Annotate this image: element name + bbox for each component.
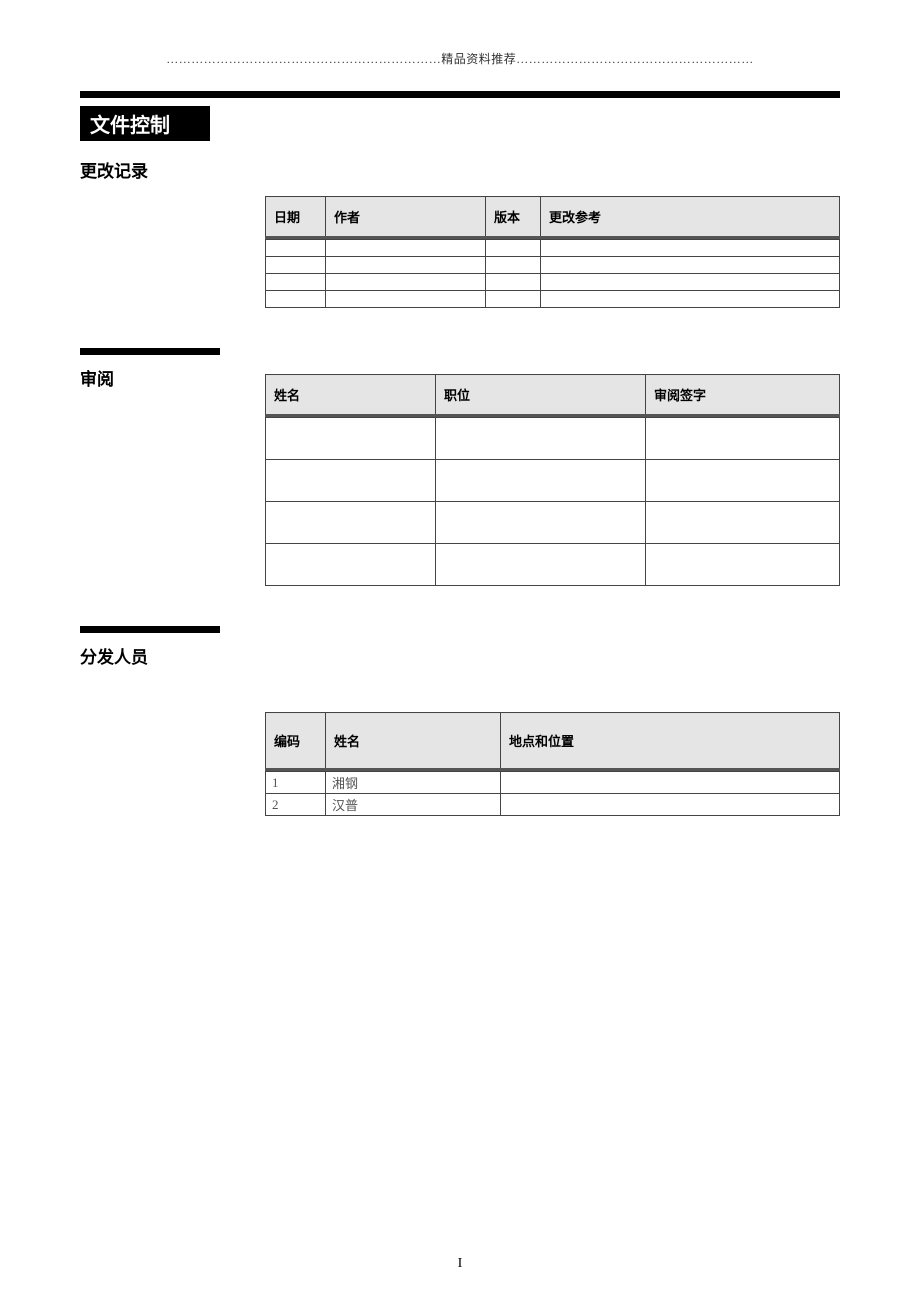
col-ref: 更改参考 xyxy=(541,197,840,238)
col-location: 地点和位置 xyxy=(501,713,840,770)
table-row xyxy=(266,257,840,274)
table-row xyxy=(266,240,840,257)
cell-date xyxy=(266,274,326,291)
section-bar-distribution xyxy=(80,626,220,633)
table-row: 1 湘钢 xyxy=(266,772,840,794)
col-position: 职位 xyxy=(436,375,646,416)
table-row xyxy=(266,418,840,460)
col-author: 作者 xyxy=(326,197,486,238)
cell-location xyxy=(501,794,840,816)
cell-position xyxy=(436,418,646,460)
change-record-heading: 更改记录 xyxy=(80,157,840,182)
cell-version xyxy=(486,291,541,308)
cell-name: 湘钢 xyxy=(326,772,501,794)
cell-signature xyxy=(646,460,840,502)
col-version: 版本 xyxy=(486,197,541,238)
col-signature: 审阅签字 xyxy=(646,375,840,416)
cell-name xyxy=(266,502,436,544)
top-rule xyxy=(80,91,840,98)
table-row: 2 汉普 xyxy=(266,794,840,816)
table-row xyxy=(266,544,840,586)
distribution-table: 编码 姓名 地点和位置 1 湘钢 2 汉普 xyxy=(265,712,840,816)
cell-location xyxy=(501,772,840,794)
table-header-row: 日期 作者 版本 更改参考 xyxy=(266,197,840,238)
cell-ref xyxy=(541,291,840,308)
col-name: 姓名 xyxy=(266,375,436,416)
page-container: …………………………………………………………精品资料推荐………………………………… xyxy=(0,0,920,1302)
cell-position xyxy=(436,460,646,502)
cell-version xyxy=(486,274,541,291)
table-row xyxy=(266,460,840,502)
cell-author xyxy=(326,240,486,257)
cell-signature xyxy=(646,502,840,544)
cell-name xyxy=(266,460,436,502)
cell-code: 1 xyxy=(266,772,326,794)
cell-version xyxy=(486,240,541,257)
cell-ref xyxy=(541,274,840,291)
cell-position xyxy=(436,544,646,586)
distribution-heading: 分发人员 xyxy=(80,643,840,668)
col-date: 日期 xyxy=(266,197,326,238)
page-number: I xyxy=(0,1256,920,1272)
cell-position xyxy=(436,502,646,544)
cell-version xyxy=(486,257,541,274)
table-row xyxy=(266,502,840,544)
table-header-row: 编码 姓名 地点和位置 xyxy=(266,713,840,770)
cell-name xyxy=(266,418,436,460)
cell-code: 2 xyxy=(266,794,326,816)
review-table: 姓名 职位 审阅签字 xyxy=(265,374,840,586)
cell-ref xyxy=(541,240,840,257)
change-record-table: 日期 作者 版本 更改参考 xyxy=(265,196,840,308)
table-header-row: 姓名 职位 审阅签字 xyxy=(266,375,840,416)
cell-date xyxy=(266,291,326,308)
table-row xyxy=(266,274,840,291)
header-dotted-line: …………………………………………………………精品资料推荐………………………………… xyxy=(80,50,840,67)
cell-author xyxy=(326,291,486,308)
cell-ref xyxy=(541,257,840,274)
col-code: 编码 xyxy=(266,713,326,770)
cell-date xyxy=(266,257,326,274)
table-row xyxy=(266,291,840,308)
cell-signature xyxy=(646,418,840,460)
cell-author xyxy=(326,257,486,274)
col-name: 姓名 xyxy=(326,713,501,770)
cell-name xyxy=(266,544,436,586)
cell-date xyxy=(266,240,326,257)
cell-name: 汉普 xyxy=(326,794,501,816)
cell-signature xyxy=(646,544,840,586)
section-bar-review xyxy=(80,348,220,355)
cell-author xyxy=(326,274,486,291)
doc-title: 文件控制 xyxy=(80,106,210,141)
